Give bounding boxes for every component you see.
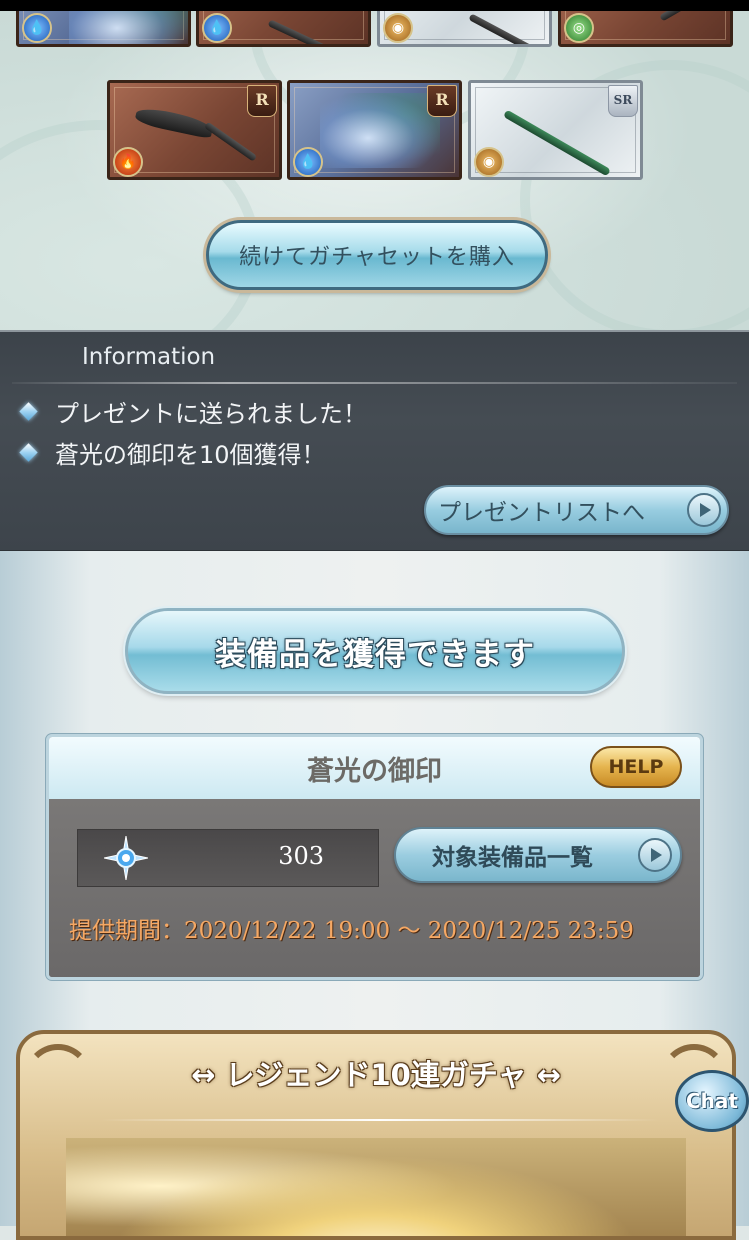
present-list-label: プレゼントリストへ [438, 500, 645, 526]
banner-artwork [66, 1138, 686, 1236]
lower-area: 装備品を獲得できます 蒼光の御印 HELP 303 対象装備品一覧 提供期間：2… [0, 551, 749, 1240]
ornament-icon [24, 1044, 92, 1112]
divider [12, 382, 737, 384]
arrow-right-icon [638, 838, 672, 872]
diamond-bullet-icon [19, 443, 38, 462]
seal-panel-body: 303 対象装備品一覧 提供期間：2020/12/22 19:00 〜 2020… [49, 799, 700, 977]
seal-panel-title: 蒼光の御印 [307, 755, 442, 787]
result-card[interactable]: R 💧 [287, 80, 462, 180]
information-panel: Information プレゼントに送られました！ 蒼光の御印を10個獲得！ プ… [0, 330, 749, 553]
seal-panel-header: 蒼光の御印 HELP [49, 737, 700, 799]
earth-element-icon: ◉ [474, 147, 504, 177]
target-equipment-list-label: 対象装備品一覧 [432, 845, 593, 871]
wind-element-icon: ◎ [564, 13, 594, 43]
rarity-badge: R [247, 85, 277, 117]
present-list-button[interactable]: プレゼントリストへ [424, 485, 729, 535]
chat-button[interactable]: Chat [675, 1070, 749, 1132]
information-title: Information [82, 344, 216, 370]
earth-element-icon: ◉ [383, 13, 413, 43]
divider [100, 1119, 660, 1121]
legend-gacha-title: ↔ レジェンド10連ガチャ ↔ [191, 1058, 561, 1092]
rarity-badge: SR [608, 85, 638, 117]
blue-seal-icon [104, 836, 148, 880]
seal-count: 303 [278, 842, 324, 870]
fire-element-icon: 🔥 [113, 147, 143, 177]
help-button[interactable]: HELP [590, 746, 682, 788]
diamond-bullet-icon [19, 402, 38, 421]
information-item: プレゼントに送られました！ [19, 394, 367, 429]
status-bar [0, 0, 749, 11]
dragon-artwork [320, 93, 440, 168]
information-item-text: プレゼントに送られました！ [55, 400, 367, 428]
arrow-right-icon [687, 493, 721, 527]
seal-counter: 303 [77, 829, 379, 887]
information-item-text: 蒼光の御印を10個獲得！ [55, 441, 326, 469]
buy-gacha-set-again-button[interactable]: 続けてガチャセットを購入 [206, 220, 548, 290]
information-item: 蒼光の御印を10個獲得！ [19, 435, 326, 470]
water-element-icon: 💧 [22, 13, 52, 43]
target-equipment-list-button[interactable]: 対象装備品一覧 [394, 827, 682, 883]
rarity-badge: R [427, 85, 457, 117]
offer-period: 提供期間：2020/12/22 19:00 〜 2020/12/25 23:59 [69, 918, 634, 944]
result-card[interactable]: R 🔥 [107, 80, 282, 180]
gacha-results-area: 💧 💧 ◉ ◎ R 🔥 R 💧 SR ◉ 続けてガチャセットを購入 [0, 0, 749, 330]
obtain-equipment-button[interactable]: 装備品を獲得できます [125, 608, 625, 694]
legend-gacha-banner[interactable]: ↔ レジェンド10連ガチャ ↔ [16, 1030, 736, 1240]
water-element-icon: 💧 [202, 13, 232, 43]
water-element-icon: 💧 [293, 147, 323, 177]
result-card[interactable]: SR ◉ [468, 80, 643, 180]
seal-panel: 蒼光の御印 HELP 303 対象装備品一覧 提供期間：2020/12/22 1… [46, 734, 703, 980]
